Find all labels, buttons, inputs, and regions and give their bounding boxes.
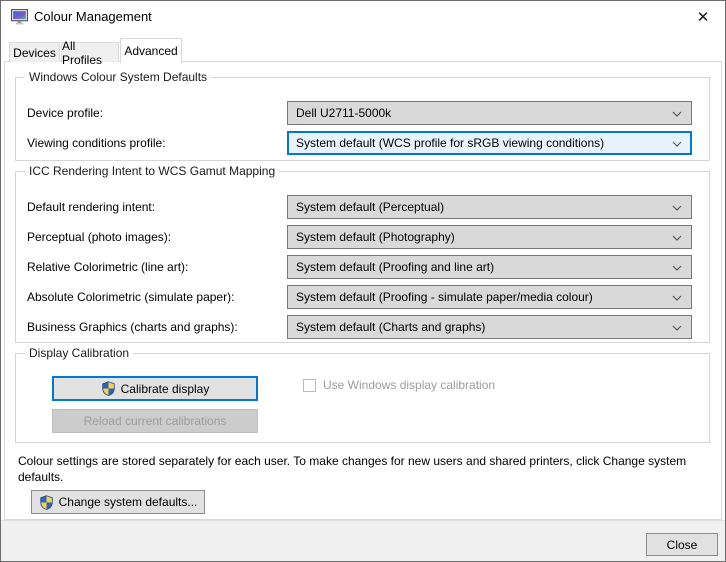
change-system-defaults-button[interactable]: Change system defaults...	[31, 490, 205, 514]
tab-all-profiles[interactable]: All Profiles	[61, 39, 119, 67]
device-profile-label: Device profile:	[27, 106, 104, 120]
close-button-label: Close	[666, 537, 698, 552]
default-rendering-intent-dropdown[interactable]: System default (Perceptual)	[287, 195, 692, 219]
group-title: Display Calibration	[25, 346, 134, 360]
group-title: Windows Colour System Defaults	[25, 70, 212, 84]
change-system-defaults-label: Change system defaults...	[58, 495, 198, 509]
business-graphics-dropdown[interactable]: System default (Charts and graphs)	[287, 315, 692, 339]
window-title: Colour Management	[34, 9, 152, 24]
group-display-calibration: Display Calibration Calibrate display Us…	[15, 346, 710, 443]
device-profile-dropdown[interactable]: Dell U2711-5000k	[287, 101, 692, 125]
perceptual-label: Perceptual (photo images):	[27, 230, 172, 244]
calibrate-display-label: Calibrate display	[120, 381, 210, 396]
group-windows-colour-system-defaults: Windows Colour System Defaults Device pr…	[15, 70, 710, 161]
colour-management-app-icon	[11, 9, 28, 25]
tab-advanced-label: Advanced	[124, 44, 178, 58]
chevron-down-icon	[672, 111, 682, 117]
group-title: ICC Rendering Intent to WCS Gamut Mappin…	[25, 164, 280, 178]
dialog-footer	[1, 520, 725, 561]
uac-shield-icon	[39, 494, 53, 510]
checkbox-box	[303, 378, 316, 392]
relative-colorimetric-label: Relative Colorimetric (line art):	[27, 260, 189, 274]
chevron-down-icon	[672, 235, 682, 241]
chevron-down-icon	[672, 265, 682, 271]
default-rendering-intent-label: Default rendering intent:	[27, 200, 156, 214]
colour-management-dialog: Colour Management ✕ Devices All Profiles…	[0, 0, 726, 562]
use-windows-display-calibration-checkbox[interactable]: Use Windows display calibration	[303, 378, 495, 392]
absolute-colorimetric-label: Absolute Colorimetric (simulate paper):	[27, 290, 235, 304]
reload-current-calibrations-label: Reload current calibrations	[83, 414, 227, 428]
group-icc-rendering-intent: ICC Rendering Intent to WCS Gamut Mappin…	[15, 164, 710, 343]
perceptual-dropdown[interactable]: System default (Photography)	[287, 225, 692, 249]
reload-current-calibrations-button[interactable]: Reload current calibrations	[52, 409, 258, 433]
business-graphics-label: Business Graphics (charts and graphs):	[27, 320, 238, 334]
close-button[interactable]: Close	[646, 533, 718, 556]
tab-devices-label: Devices	[13, 45, 56, 60]
title-bar: Colour Management ✕	[1, 1, 725, 31]
tab-devices[interactable]: Devices	[9, 42, 60, 62]
checkbox-label: Use Windows display calibration	[323, 378, 496, 392]
colour-settings-note: Colour settings are stored separately fo…	[18, 454, 687, 484]
calibrate-display-button[interactable]: Calibrate display	[52, 376, 258, 401]
viewing-conditions-profile-dropdown[interactable]: System default (WCS profile for sRGB vie…	[287, 131, 692, 155]
chevron-down-icon	[672, 325, 682, 331]
uac-shield-icon	[101, 381, 115, 396]
relative-colorimetric-dropdown[interactable]: System default (Proofing and line art)	[287, 255, 692, 279]
tab-all-profiles-label: All Profiles	[62, 38, 103, 67]
tab-advanced[interactable]: Advanced	[120, 38, 182, 63]
absolute-colorimetric-dropdown[interactable]: System default (Proofing - simulate pape…	[287, 285, 692, 309]
chevron-down-icon	[672, 295, 682, 301]
close-icon[interactable]: ✕	[687, 5, 719, 28]
chevron-down-icon	[672, 205, 682, 211]
chevron-down-icon	[672, 141, 682, 147]
viewing-conditions-profile-label: Viewing conditions profile:	[27, 136, 166, 150]
